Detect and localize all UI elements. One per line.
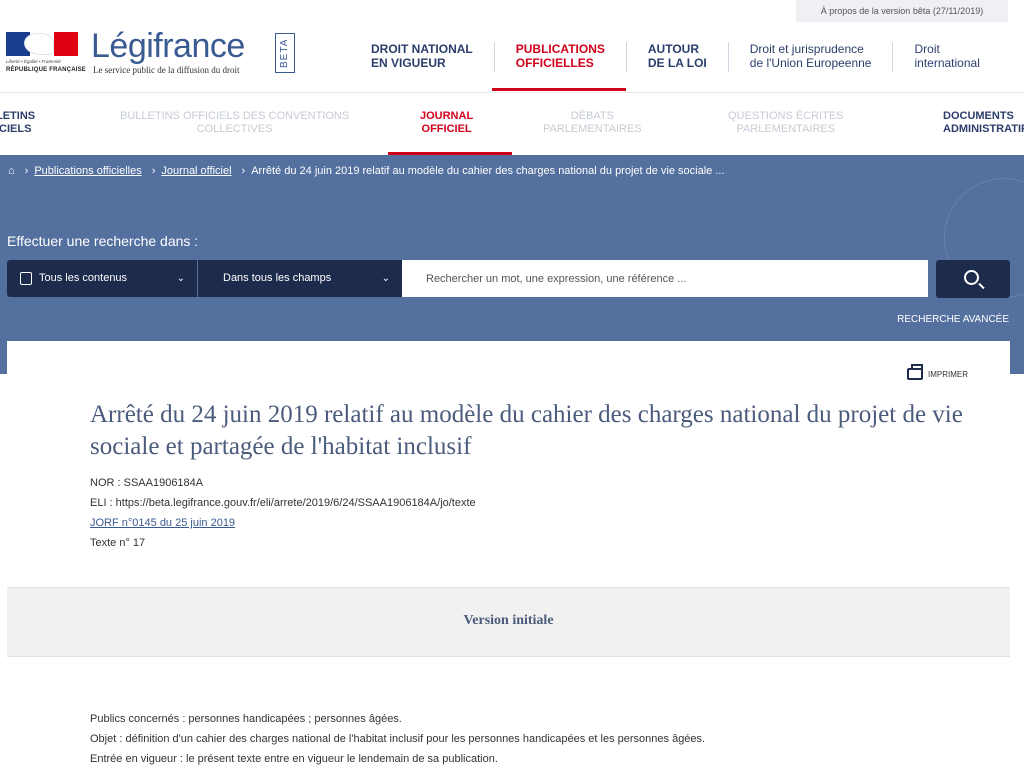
advanced-search-link[interactable]: RECHERCHE AVANCÉE xyxy=(897,314,1009,325)
breadcrumb-publications[interactable]: Publications officielles xyxy=(34,165,141,177)
nav-droit-union-europeenne[interactable]: Droit et jurisprudence de l'Union Europe… xyxy=(727,42,893,72)
beta-badge: BETA xyxy=(275,33,295,73)
search-title: Effectuer une recherche dans : xyxy=(7,233,199,249)
document-title: Arrêté du 24 juin 2019 relatif au modèle… xyxy=(90,401,963,460)
rf-name: RÉPUBLIQUE FRANÇAISE xyxy=(6,67,87,73)
body-entree-vigueur: Entrée en vigueur : le présent texte ent… xyxy=(90,753,498,765)
body-objet: Objet : définition d'un cahier des charg… xyxy=(90,733,706,745)
nav-publications-officielles[interactable]: PUBLICATIONS OFFICIELLES xyxy=(493,42,626,72)
site-header: Liberté • Égalité • Fraternité RÉPUBLIQU… xyxy=(0,0,1024,92)
subnav-questions-ecrites[interactable]: QUESTIONS ÉCRITES PARLEMENTAIRES xyxy=(728,110,844,136)
document-jorf-link[interactable]: JORF n°0145 du 25 juin 2019 xyxy=(90,517,235,529)
book-icon xyxy=(20,272,32,285)
document-texte-number: Texte n° 17 xyxy=(90,537,146,549)
rf-motto: Liberté • Égalité • Fraternité xyxy=(6,59,61,64)
nav-autour-de-la-loi[interactable]: AUTOUR DE LA LOI xyxy=(625,42,728,72)
subnav-documents-administratifs[interactable]: DOCUMENTS ADMINISTRATIF xyxy=(943,110,1024,136)
search-input[interactable] xyxy=(402,260,928,297)
republique-francaise-logo: Liberté • Égalité • Fraternité RÉPUBLIQU… xyxy=(6,32,86,76)
breadcrumb: ⌂ › Publications officielles › Journal offic… xyxy=(0,155,1024,188)
site-subtitle: Le service public de la diffusion du dro… xyxy=(93,65,240,75)
active-nav-indicator xyxy=(492,88,626,91)
scope-value: Tous les contenus xyxy=(39,272,128,284)
document-eli: ELI : https://beta.legifrance.gouv.fr/el… xyxy=(90,497,476,509)
chevron-down-icon: ⌄ xyxy=(176,273,185,284)
nav-droit-international[interactable]: Droit international xyxy=(892,42,1000,72)
nav-droit-national[interactable]: DROIT NATIONAL EN VIGUEUR xyxy=(350,42,494,72)
subnav-bulletins-officiels[interactable]: LETINS ICIELS xyxy=(0,110,35,136)
document-card: IMPRIMER Arrêté du 24 juin 2019 relatif … xyxy=(7,341,1010,771)
sub-nav: LETINS ICIELS BULLETINS OFFICIELS DES CO… xyxy=(0,92,1024,156)
version-band: Version initiale xyxy=(7,587,1010,657)
search-button[interactable] xyxy=(936,260,1010,298)
body-publics: Publics concernés : personnes handicapée… xyxy=(90,713,402,725)
printer-icon xyxy=(907,364,923,380)
site-logo[interactable]: Légifrance xyxy=(91,27,245,66)
document-nor: NOR : SSAA1906184A xyxy=(90,477,204,489)
field-select[interactable]: Dans tous les champs ⌄ xyxy=(197,260,402,297)
chevron-down-icon: ⌄ xyxy=(381,273,390,284)
subnav-bulletins-conventions[interactable]: BULLETINS OFFICIELS DES CONVENTIONS COLL… xyxy=(120,110,349,136)
breadcrumb-current: Arrêté du 24 juin 2019 relatif au modèle… xyxy=(251,165,725,177)
main-nav: DROIT NATIONAL EN VIGUEUR PUBLICATIONS O… xyxy=(350,42,1001,92)
breadcrumb-journal-officiel[interactable]: Journal officiel xyxy=(161,165,231,177)
scope-select[interactable]: Tous les contenus ⌄ xyxy=(7,260,197,297)
field-value: Dans tous les champs xyxy=(223,272,332,284)
subnav-debats-parlementaires[interactable]: DÉBATS PARLEMENTAIRES xyxy=(543,110,642,136)
print-button[interactable]: IMPRIMER xyxy=(907,364,968,380)
version-label: Version initiale xyxy=(463,613,554,628)
home-icon[interactable]: ⌂ xyxy=(8,165,15,177)
subnav-journal-officiel[interactable]: JOURNAL OFFICIEL xyxy=(420,110,473,136)
search-icon xyxy=(964,270,979,285)
print-label: IMPRIMER xyxy=(928,369,968,379)
